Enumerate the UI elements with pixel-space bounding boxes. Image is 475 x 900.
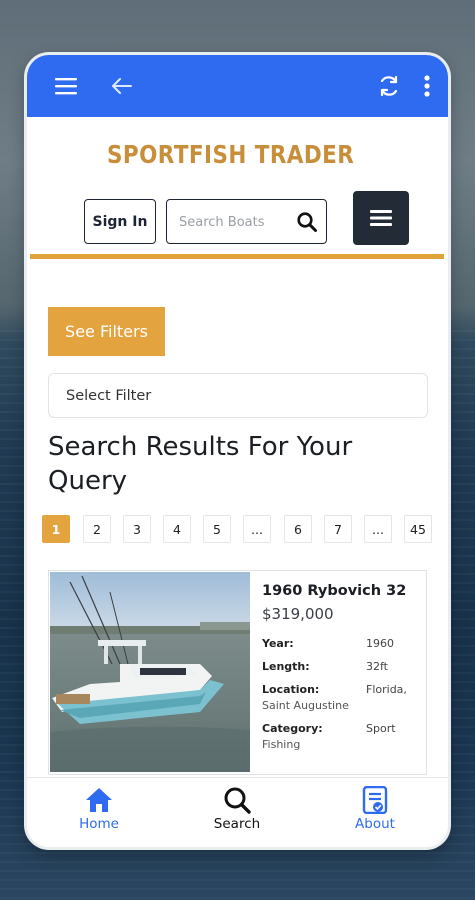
listing-card[interactable]: 1960 Rybovich 32 $319,000 Year: 1960 Len… xyxy=(48,570,427,775)
sportfish-trader-logo[interactable]: SPORTFISH TRADER xyxy=(101,131,381,177)
boat-photo[interactable] xyxy=(50,572,250,772)
search-icon[interactable] xyxy=(296,211,318,233)
spec-length: Length: 32ft xyxy=(262,660,422,673)
spec-label: Category: xyxy=(262,722,323,735)
page-button-7[interactable]: 7 xyxy=(324,515,352,543)
main-content: See Filters Select Filter Search Results… xyxy=(27,259,448,779)
search-input[interactable] xyxy=(179,211,291,233)
nav-search-label: Search xyxy=(213,816,261,832)
page-button-3[interactable]: 3 xyxy=(123,515,151,543)
page-button-4[interactable]: 4 xyxy=(163,515,191,543)
more-vert-icon[interactable] xyxy=(414,73,440,99)
nav-about[interactable]: About xyxy=(325,786,425,832)
spec-label: Location: xyxy=(262,683,320,696)
spec-value-cont: Saint Augustine xyxy=(262,699,349,712)
hamburger-menu-icon xyxy=(370,210,392,226)
spec-value: Sport xyxy=(366,722,396,735)
page-title: Search Results For Your Query xyxy=(48,432,353,496)
boat-price: $319,000 xyxy=(262,605,334,623)
spec-label: Year: xyxy=(262,637,294,650)
spec-value: 1960 xyxy=(366,637,394,650)
nav-home-label: Home xyxy=(79,816,119,832)
page-button-2[interactable]: 2 xyxy=(83,515,111,543)
sign-in-button[interactable]: Sign In xyxy=(84,199,156,244)
site-menu-button[interactable] xyxy=(353,191,409,245)
spec-value: 32ft xyxy=(366,660,388,673)
about-document-icon xyxy=(362,786,388,814)
search-box xyxy=(166,199,327,244)
boat-name[interactable]: 1960 Rybovich 32 xyxy=(262,583,422,599)
home-icon xyxy=(86,788,112,812)
bottom-navigation: Home Search About xyxy=(27,777,448,847)
spec-value-cont: Fishing xyxy=(262,738,301,751)
spec-label: Length: xyxy=(262,660,310,673)
search-icon xyxy=(224,787,251,814)
listing-info: 1960 Rybovich 32 $319,000 Year: 1960 Len… xyxy=(262,583,422,751)
brand-name: SPORTFISH TRADER xyxy=(107,139,355,169)
page-button-1[interactable]: 1 xyxy=(42,515,70,543)
select-filter-dropdown[interactable]: Select Filter xyxy=(48,373,428,418)
spec-location: Location: Florida, Saint Augustine xyxy=(262,683,422,712)
spec-year: Year: 1960 xyxy=(262,637,422,650)
back-arrow-icon[interactable] xyxy=(109,73,135,99)
app-window: SPORTFISH TRADER Sign In See Filters Sel… xyxy=(27,55,448,847)
page-button-6[interactable]: 6 xyxy=(284,515,312,543)
page-ellipsis[interactable]: ... xyxy=(364,515,392,543)
page-ellipsis[interactable]: ... xyxy=(243,515,271,543)
page-button-45[interactable]: 45 xyxy=(404,515,432,543)
spec-category: Category: Sport Fishing xyxy=(262,722,422,751)
app-bar xyxy=(27,55,448,117)
page-button-5[interactable]: 5 xyxy=(203,515,231,543)
nav-about-label: About xyxy=(355,816,395,832)
refresh-icon[interactable] xyxy=(376,73,402,99)
spec-value: Florida, xyxy=(366,683,407,696)
nav-home[interactable]: Home xyxy=(49,786,149,832)
see-filters-button[interactable]: See Filters xyxy=(48,307,165,356)
hamburger-menu-icon[interactable] xyxy=(53,73,79,99)
nav-search[interactable]: Search xyxy=(187,786,287,832)
site-header: SPORTFISH TRADER Sign In xyxy=(27,117,448,259)
